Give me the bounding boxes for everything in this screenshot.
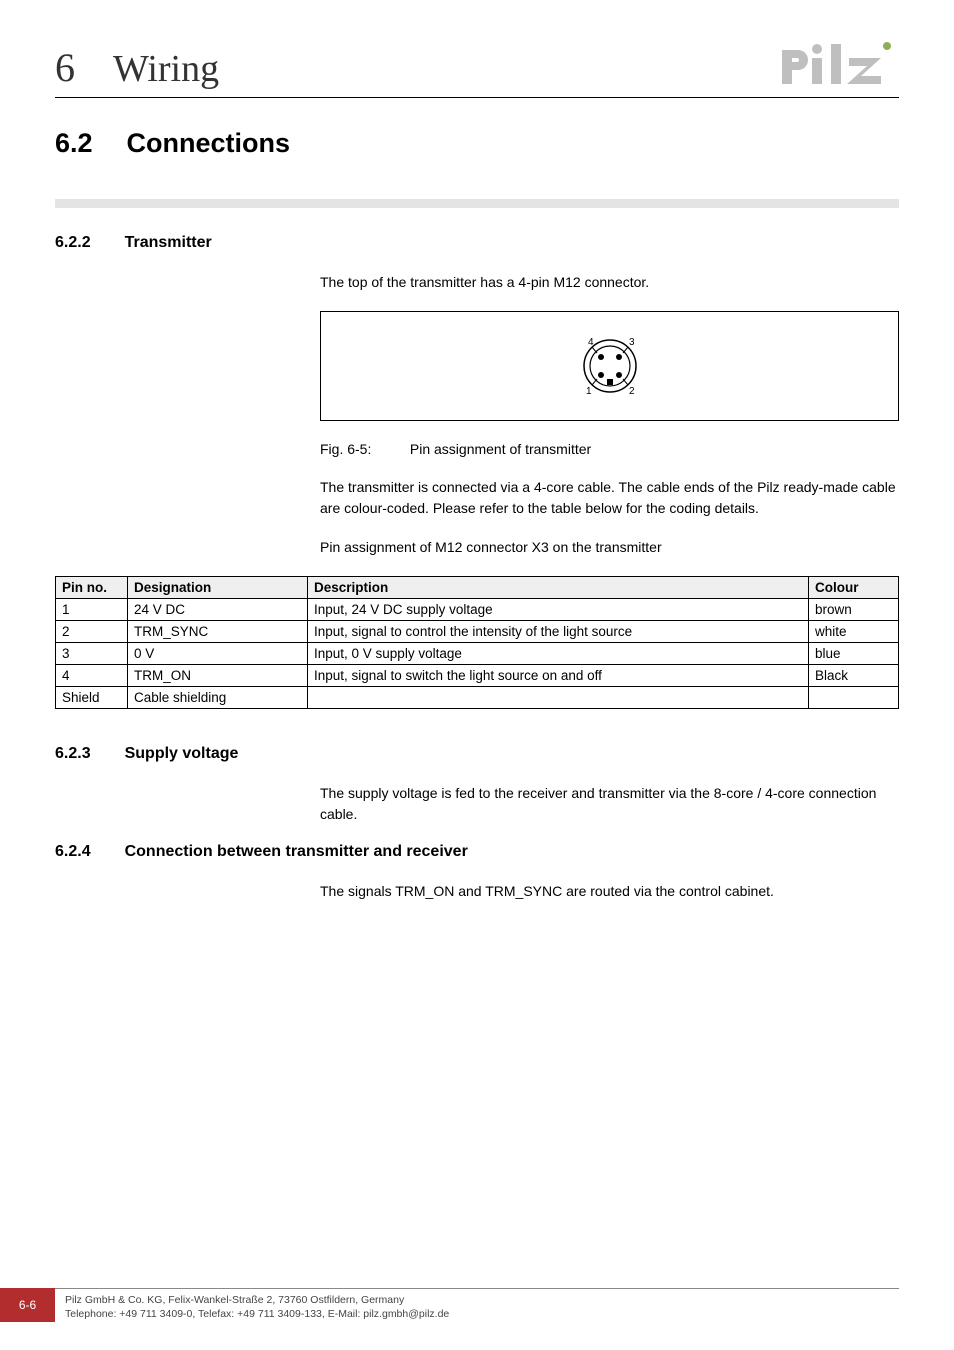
table-header-row: Pin no. Designation Description Colour xyxy=(56,577,899,599)
subsection-connection-heading: 6.2.4 Connection between transmitter and… xyxy=(55,843,899,861)
cell-pin: 1 xyxy=(56,599,128,621)
section-heading: 6.2 Connections xyxy=(55,128,899,159)
pin-label-2: 2 xyxy=(629,386,635,397)
cell-des: 0 V xyxy=(128,643,308,665)
transmitter-intro: The top of the transmitter has a 4-pin M… xyxy=(320,272,899,293)
figure-caption: Fig. 6-5: Pin assignment of transmitter xyxy=(320,441,899,457)
th-designation: Designation xyxy=(128,577,308,599)
subsection-name: Connection between transmitter and recei… xyxy=(125,843,468,861)
supply-para: The supply voltage is fed to the receive… xyxy=(320,783,899,825)
th-colour: Colour xyxy=(809,577,899,599)
cell-pin: 3 xyxy=(56,643,128,665)
cell-col: white xyxy=(809,621,899,643)
pin-assignment-table: Pin no. Designation Description Colour 1… xyxy=(55,576,899,709)
page-footer: 6-6 Pilz GmbH & Co. KG, Felix-Wankel-Str… xyxy=(0,1288,954,1322)
figure-label: Fig. 6-5: xyxy=(320,441,406,457)
table-row: 3 0 V Input, 0 V supply voltage blue xyxy=(56,643,899,665)
footer-line1: Pilz GmbH & Co. KG, Felix-Wankel-Straße … xyxy=(65,1294,404,1306)
divider-bar xyxy=(55,199,899,208)
subsection-transmitter-heading: 6.2.2 Transmitter xyxy=(55,234,899,252)
figure-box: 4 3 1 2 xyxy=(320,311,899,421)
subsection-name: Transmitter xyxy=(125,234,212,252)
pin-label-3: 3 xyxy=(629,337,635,348)
table-row: 4 TRM_ON Input, signal to switch the lig… xyxy=(56,665,899,687)
chapter-number: 6 xyxy=(55,44,75,91)
cell-col: Black xyxy=(809,665,899,687)
footer-text: Pilz GmbH & Co. KG, Felix-Wankel-Straße … xyxy=(55,1288,899,1322)
cell-pin: Shield xyxy=(56,687,128,709)
connection-content: The signals TRM_ON and TRM_SYNC are rout… xyxy=(320,881,899,902)
subsection-number: 6.2.4 xyxy=(55,843,91,861)
supply-content: The supply voltage is fed to the receive… xyxy=(320,783,899,825)
page-header: 6 Wiring xyxy=(55,40,899,98)
cell-pin: 4 xyxy=(56,665,128,687)
cell-des: TRM_ON xyxy=(128,665,308,687)
cell-col: blue xyxy=(809,643,899,665)
subsection-number: 6.2.2 xyxy=(55,234,91,252)
m12-connector-icon: 4 3 1 2 xyxy=(565,326,655,406)
pin-label-4: 4 xyxy=(588,337,594,348)
cell-desc xyxy=(308,687,809,709)
cell-desc: Input, 0 V supply voltage xyxy=(308,643,809,665)
table-row: 2 TRM_SYNC Input, signal to control the … xyxy=(56,621,899,643)
cell-col xyxy=(809,687,899,709)
cell-desc: Input, 24 V DC supply voltage xyxy=(308,599,809,621)
cell-desc: Input, signal to switch the light source… xyxy=(308,665,809,687)
cell-pin: 2 xyxy=(56,621,128,643)
cell-des: 24 V DC xyxy=(128,599,308,621)
cell-desc: Input, signal to control the intensity o… xyxy=(308,621,809,643)
figure-caption-text: Pin assignment of transmitter xyxy=(410,441,591,457)
connection-para: The signals TRM_ON and TRM_SYNC are rout… xyxy=(320,881,899,902)
th-pin: Pin no. xyxy=(56,577,128,599)
page-number-badge: 6-6 xyxy=(0,1288,55,1322)
section-number: 6.2 xyxy=(55,128,93,159)
cell-col: brown xyxy=(809,599,899,621)
subsection-supply-heading: 6.2.3 Supply voltage xyxy=(55,745,899,763)
chapter-name: Wiring xyxy=(113,47,219,91)
table-row: 1 24 V DC Input, 24 V DC supply voltage … xyxy=(56,599,899,621)
section-name: Connections xyxy=(127,128,291,159)
transmitter-content: The top of the transmitter has a 4-pin M… xyxy=(320,272,899,558)
cell-des: Cable shielding xyxy=(128,687,308,709)
subsection-name: Supply voltage xyxy=(125,745,239,763)
th-description: Description xyxy=(308,577,809,599)
footer-line2: Telephone: +49 711 3409-0, Telefax: +49 … xyxy=(65,1308,449,1320)
subsection-number: 6.2.3 xyxy=(55,745,91,763)
pilz-logo xyxy=(779,40,899,91)
table-row: Shield Cable shielding xyxy=(56,687,899,709)
cell-des: TRM_SYNC xyxy=(128,621,308,643)
transmitter-para3: Pin assignment of M12 connector X3 on th… xyxy=(320,537,899,558)
transmitter-para2: The transmitter is connected via a 4-cor… xyxy=(320,477,899,519)
chapter-title: 6 Wiring xyxy=(55,44,219,91)
pin-label-1: 1 xyxy=(586,386,592,397)
